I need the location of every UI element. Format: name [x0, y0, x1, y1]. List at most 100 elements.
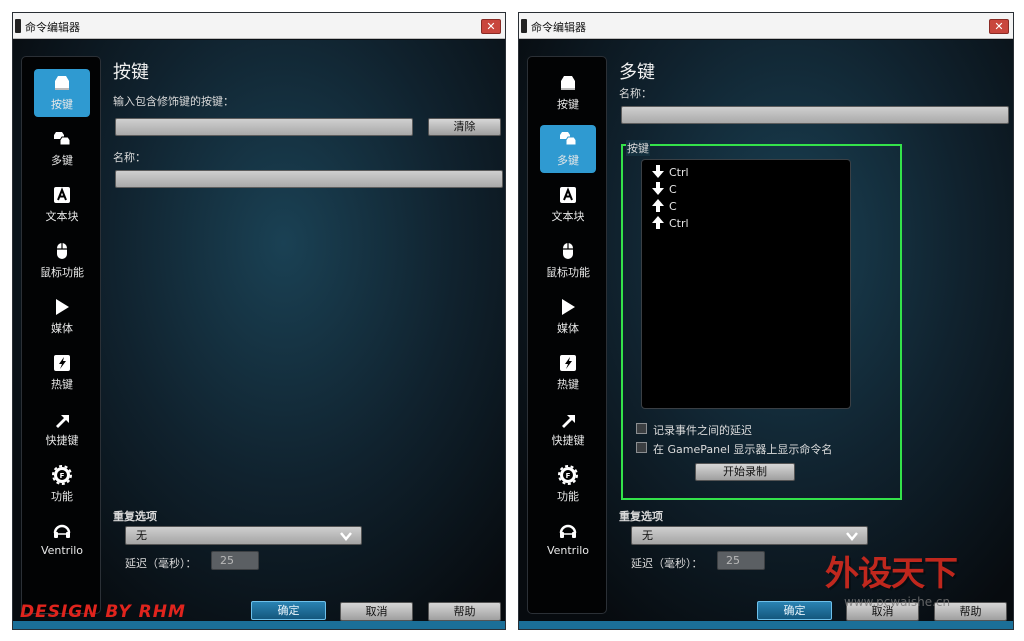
command-type-sidebar: 按键 多键 文本块 鼠标功能 媒体 热键 快捷键 F 功能 Ventrilo: [21, 56, 101, 614]
record-delay-label: 记录事件之间的延迟: [653, 424, 752, 437]
ventrilo-headset-icon: [53, 524, 71, 538]
ok-button[interactable]: 确定: [757, 601, 832, 620]
close-button[interactable]: ✕: [481, 19, 501, 34]
key-input-label: 输入包含修饰键的按键：: [113, 95, 234, 108]
key-event-name: Ctrl: [669, 166, 689, 179]
nav-label: 快捷键: [551, 434, 585, 447]
nav-label: 文本块: [45, 210, 79, 223]
name-input[interactable]: [621, 106, 1009, 124]
repeat-options-select[interactable]: 无: [631, 526, 868, 545]
svg-text:F: F: [60, 472, 65, 480]
site-logo-watermark: 外设天下: [825, 554, 958, 594]
nav-item-text-block[interactable]: 文本块: [540, 181, 596, 229]
nav-label: 鼠标功能: [546, 266, 590, 279]
delay-input[interactable]: 25: [211, 551, 259, 570]
nav-label: 媒体: [557, 322, 579, 335]
nav-label: 快捷键: [45, 434, 79, 447]
command-type-sidebar: 按键 多键 文本块 鼠标功能 媒体 热键 快捷键 F 功能 Ventrilo: [527, 56, 607, 614]
record-delay-checkbox[interactable]: [636, 423, 647, 434]
nav-item-function[interactable]: F 功能: [540, 461, 596, 509]
nav-label: 功能: [51, 490, 73, 503]
multikey-highlight-frame: 按键 Ctrl C C Ctrl 记录事件之间的延迟 在 GamePanel 显…: [621, 140, 902, 500]
nav-label: 媒体: [51, 322, 73, 335]
mouse-icon: [563, 243, 573, 259]
design-credit-watermark: DESIGN BY RHM: [20, 602, 186, 622]
nav-item-function[interactable]: F 功能: [34, 461, 90, 509]
key-event-row: Ctrl: [652, 165, 689, 181]
nav-item-ventrilo[interactable]: Ventrilo: [34, 517, 90, 565]
nav-item-multikey[interactable]: 多键: [540, 125, 596, 173]
nav-item-media[interactable]: 媒体: [540, 293, 596, 341]
keycap-icon: [55, 76, 69, 90]
nav-label: 按键: [557, 98, 579, 111]
key-event-row: C: [652, 199, 677, 215]
delay-label: 延迟（毫秒）：: [125, 557, 197, 570]
nav-label: 热键: [51, 378, 73, 391]
key-capture-input[interactable]: [115, 118, 413, 136]
key-down-arrow-icon: [652, 182, 664, 195]
key-event-name: C: [669, 183, 677, 196]
text-block-icon: [54, 187, 70, 203]
nav-item-multikey[interactable]: 多键: [34, 125, 90, 173]
nav-label: 多键: [557, 154, 579, 167]
panel-title: 多键: [619, 62, 655, 83]
name-label: 名称：: [619, 87, 652, 100]
nav-item-mouse[interactable]: 鼠标功能: [540, 237, 596, 285]
hotkey-icon: [560, 355, 576, 371]
key-event-name: Ctrl: [669, 217, 689, 230]
command-editor-window-key: 命令编辑器 ✕ 按键 多键 文本块 鼠标功能 媒体 热键 快捷键 F 功能 Ve…: [12, 12, 506, 630]
key-event-name: C: [669, 200, 677, 213]
close-button[interactable]: ✕: [989, 19, 1009, 34]
repeat-options-label: 重复选项: [113, 510, 157, 523]
nav-item-shortcut[interactable]: 快捷键: [540, 405, 596, 453]
window-title: 命令编辑器: [25, 21, 80, 34]
nav-item-key[interactable]: 按键: [34, 69, 90, 117]
delay-input[interactable]: 25: [717, 551, 765, 570]
key-up-arrow-icon: [652, 216, 664, 229]
keys-section-label: 按键: [626, 140, 650, 156]
clear-button[interactable]: 清除: [428, 118, 501, 136]
editor-content: 按键 多键 文本块 鼠标功能 媒体 热键: [13, 40, 505, 621]
editor-content: 按键 多键 文本块 鼠标功能 媒体 热键: [519, 40, 1013, 621]
nav-item-text-block[interactable]: 文本块: [34, 181, 90, 229]
nav-item-key[interactable]: 按键: [540, 69, 596, 117]
nav-item-hotkey[interactable]: 热键: [34, 349, 90, 397]
text-block-icon: [560, 187, 576, 203]
command-editor-window-multikey: 命令编辑器 ✕ 按键 多键 文本块 鼠标功能 媒体 热键 快捷键 F 功能 Ve…: [518, 12, 1014, 630]
window-bottom-band: [519, 621, 1013, 629]
play-icon: [562, 299, 575, 315]
chevron-down-icon: [340, 532, 352, 541]
nav-label: 按键: [51, 98, 73, 111]
name-input[interactable]: [115, 170, 503, 188]
function-gear-icon: F: [558, 465, 578, 485]
repeat-options-select[interactable]: 无: [125, 526, 362, 545]
nav-label: 多键: [51, 154, 73, 167]
ok-button[interactable]: 确定: [251, 601, 326, 620]
nav-item-hotkey[interactable]: 热键: [540, 349, 596, 397]
window-bottom-band: [13, 621, 505, 629]
nav-label: 功能: [557, 490, 579, 503]
start-record-button[interactable]: 开始录制: [695, 463, 795, 481]
delay-label: 延迟（毫秒）：: [631, 557, 703, 570]
hotkey-icon: [54, 355, 70, 371]
recorded-keys-list[interactable]: Ctrl C C Ctrl: [641, 159, 851, 409]
app-icon: [521, 19, 527, 33]
shortcut-arrow-icon: [56, 415, 69, 428]
panel-title: 按键: [113, 62, 149, 83]
chevron-down-icon: [846, 532, 858, 541]
key-down-arrow-icon: [652, 165, 664, 178]
nav-label: Ventrilo: [40, 544, 84, 557]
nav-label: 鼠标功能: [40, 266, 84, 279]
key-event-row: Ctrl: [652, 216, 689, 232]
nav-item-media[interactable]: 媒体: [34, 293, 90, 341]
cancel-button[interactable]: 取消: [340, 602, 413, 621]
keycap-icon: [561, 76, 575, 90]
help-button[interactable]: 帮助: [428, 602, 501, 621]
ventrilo-headset-icon: [559, 524, 577, 538]
repeat-selected-value: 无: [136, 529, 147, 542]
play-icon: [56, 299, 69, 315]
nav-item-ventrilo[interactable]: Ventrilo: [540, 517, 596, 565]
show-on-gamepanel-checkbox[interactable]: [636, 442, 647, 453]
nav-item-mouse[interactable]: 鼠标功能: [34, 237, 90, 285]
nav-item-shortcut[interactable]: 快捷键: [34, 405, 90, 453]
